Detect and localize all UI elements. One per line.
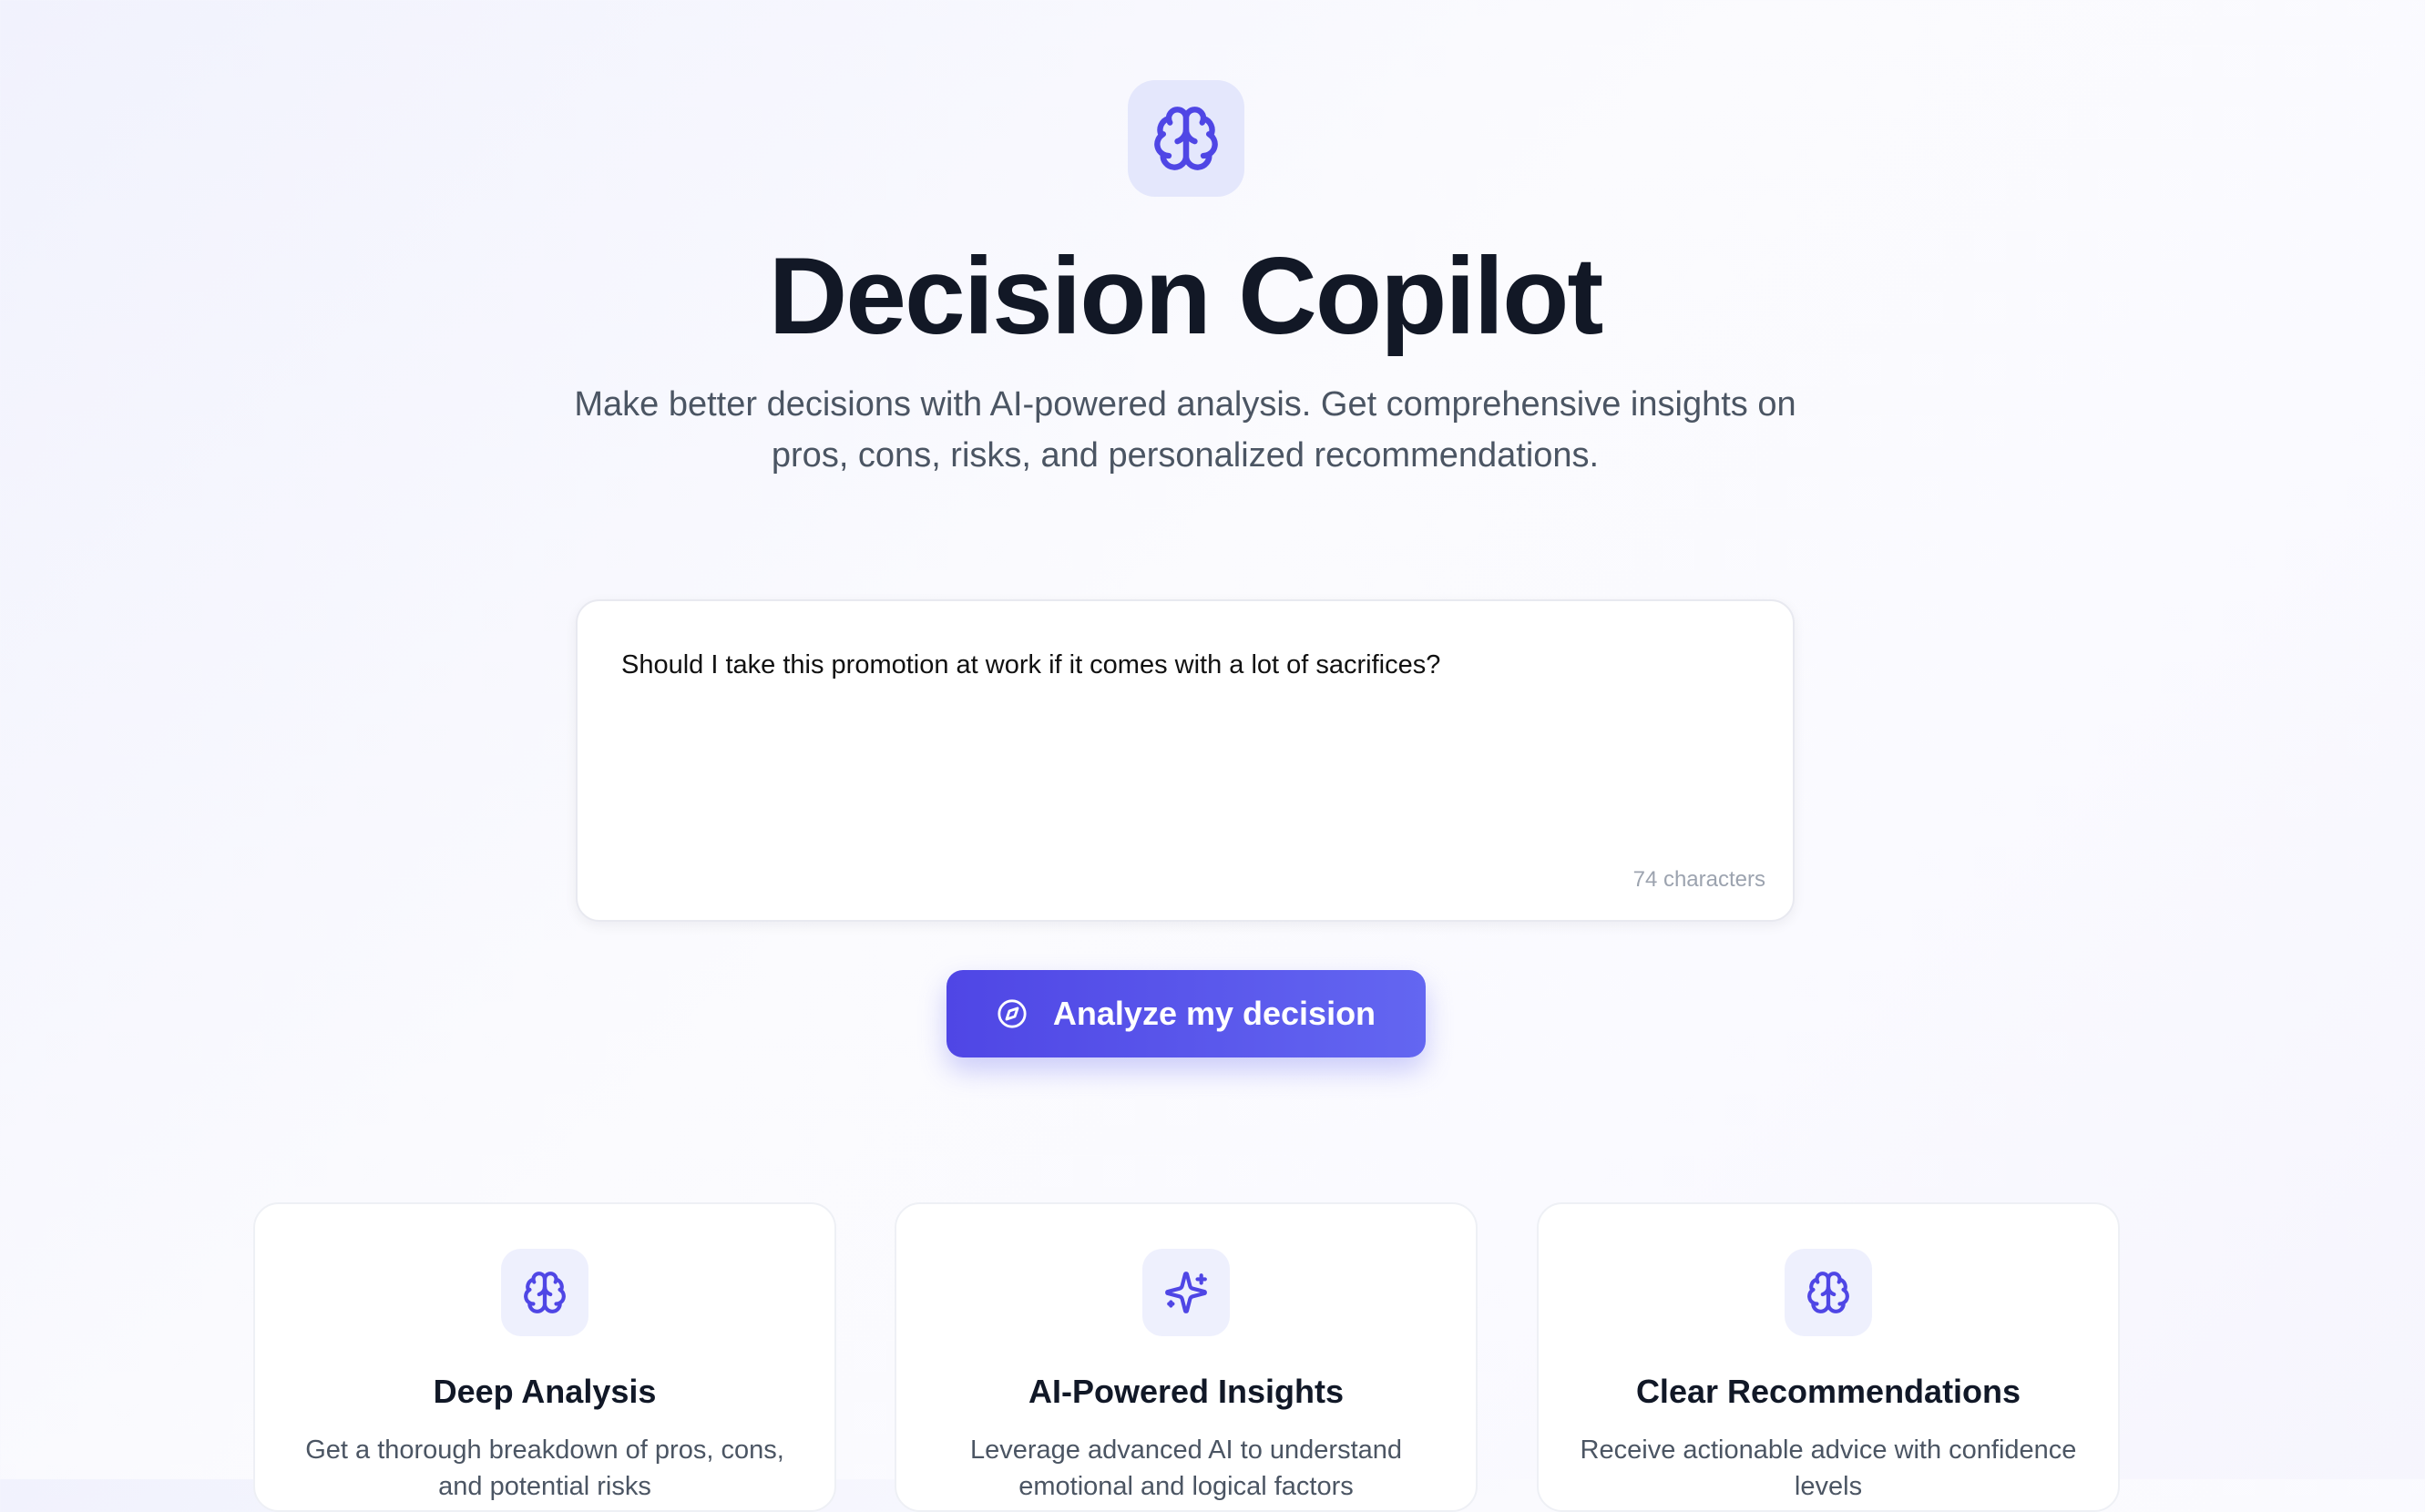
feature-icon-tile xyxy=(501,1249,588,1336)
character-count: 74 characters xyxy=(1632,867,1765,892)
compass-icon xyxy=(998,999,1027,1028)
page-subtitle: Make better decisions with AI-powered an… xyxy=(574,385,1796,475)
analyze-button-label: Analyze my decision xyxy=(1052,995,1376,1032)
page-title: Decision Copilot xyxy=(768,235,1604,357)
feature-description: Receive actionable advice with confidenc… xyxy=(1580,1435,2077,1501)
feature-description: Leverage advanced AI to understand emoti… xyxy=(969,1435,1403,1501)
brain-icon xyxy=(1807,1272,1849,1313)
brain-icon xyxy=(1154,107,1218,170)
feature-icon-tile xyxy=(1142,1249,1230,1336)
brain-icon xyxy=(524,1272,566,1313)
feature-description: Get a thorough breakdown of pros, cons, … xyxy=(305,1435,784,1501)
feature-card-ai-insights: AI-Powered Insights Leverage advanced AI… xyxy=(895,1202,1478,1512)
decision-input-card: Should I take this promotion at work if … xyxy=(576,599,1795,922)
feature-title: Deep Analysis xyxy=(433,1373,657,1410)
feature-icon-tile xyxy=(1785,1249,1872,1336)
decision-input[interactable]: Should I take this promotion at work if … xyxy=(621,647,1751,847)
feature-title: AI-Powered Insights xyxy=(1028,1373,1345,1410)
feature-title: Clear Recommendations xyxy=(1635,1373,2021,1410)
feature-card-deep-analysis: Deep Analysis Get a thorough breakdown o… xyxy=(253,1202,836,1512)
analyze-decision-button[interactable]: Analyze my decision xyxy=(946,970,1426,1057)
sparkles-icon xyxy=(1165,1272,1207,1313)
hero-brain-icon-tile xyxy=(1128,80,1244,197)
feature-card-recommendations: Clear Recommendations Receive actionable… xyxy=(1537,1202,2120,1512)
